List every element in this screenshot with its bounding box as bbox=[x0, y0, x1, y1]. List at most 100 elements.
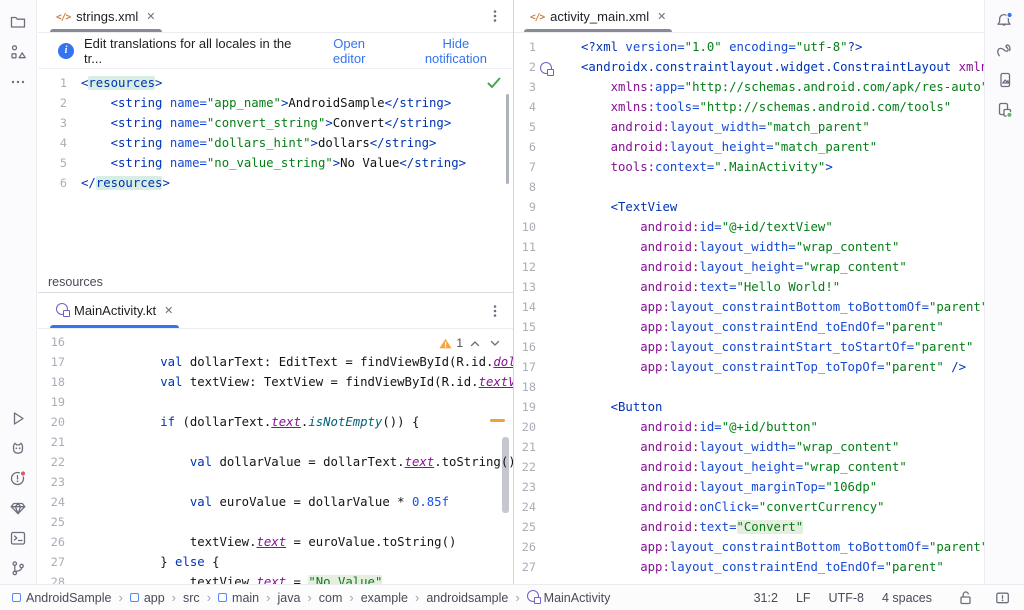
code-line[interactable]: 2<androidx.constraintlayout.widget.Const… bbox=[514, 57, 1024, 77]
code-line[interactable]: 5 android:layout_width="match_parent" bbox=[514, 117, 1024, 137]
code-line[interactable]: 5 <string name="no_value_string">No Valu… bbox=[38, 153, 513, 173]
line-number[interactable]: 10 bbox=[514, 217, 536, 237]
code-line[interactable]: 23 android:layout_marginTop="106dp" bbox=[514, 477, 1024, 497]
status-item[interactable]: LF bbox=[796, 591, 811, 605]
code-line[interactable]: 19 <Button bbox=[514, 397, 1024, 417]
code-line[interactable]: 20 if (dollarText.text.isNotEmpty()) { bbox=[38, 412, 513, 432]
status-item[interactable]: 31:2 bbox=[754, 591, 778, 605]
code-line[interactable]: 25 android:text="Convert" bbox=[514, 517, 1024, 537]
line-number[interactable]: 20 bbox=[38, 412, 65, 432]
code-line[interactable]: 7 tools:context=".MainActivity"> bbox=[514, 157, 1024, 177]
code-line[interactable]: 17 val dollarText: EditText = findViewBy… bbox=[38, 352, 513, 372]
line-number[interactable]: 19 bbox=[514, 397, 536, 417]
breadcrumb-item[interactable]: main bbox=[218, 591, 259, 605]
editor-options-button[interactable] bbox=[483, 299, 507, 323]
code-line[interactable]: 20 android:id="@+id/button" bbox=[514, 417, 1024, 437]
line-number[interactable]: 5 bbox=[514, 117, 536, 137]
tab-activity-main-xml[interactable]: </> activity_main.xml ✕ bbox=[520, 0, 676, 32]
code-line[interactable]: 10 android:id="@+id/textView" bbox=[514, 217, 1024, 237]
close-tab-button[interactable]: ✕ bbox=[655, 10, 666, 23]
line-number[interactable]: 3 bbox=[514, 77, 536, 97]
line-number[interactable]: 4 bbox=[514, 97, 536, 117]
code-line[interactable]: 22 val dollarValue = dollarText.text.toS… bbox=[38, 452, 513, 472]
breadcrumb-item[interactable]: app bbox=[130, 591, 165, 605]
problems-button[interactable] bbox=[4, 464, 32, 492]
line-number[interactable]: 28 bbox=[38, 572, 65, 584]
breadcrumb-item[interactable]: MainActivity bbox=[527, 590, 611, 605]
line-number[interactable]: 22 bbox=[38, 452, 65, 472]
code-line[interactable]: 16 bbox=[38, 332, 513, 352]
code-line[interactable]: 4 <string name="dollars_hint">dollars</s… bbox=[38, 133, 513, 153]
line-number[interactable]: 21 bbox=[38, 432, 65, 452]
notifications-button[interactable] bbox=[991, 6, 1019, 34]
logcat-button[interactable] bbox=[4, 434, 32, 462]
code-line[interactable]: 26 textView.text = euroValue.toString() bbox=[38, 532, 513, 552]
line-number[interactable]: 26 bbox=[38, 532, 65, 552]
line-number[interactable]: 23 bbox=[38, 472, 65, 492]
status-item[interactable]: 4 spaces bbox=[882, 591, 932, 605]
line-number[interactable]: 17 bbox=[514, 357, 536, 377]
line-number[interactable]: 9 bbox=[514, 197, 536, 217]
line-number[interactable]: 5 bbox=[38, 153, 67, 173]
code-line[interactable]: 18 val textView: TextView = findViewById… bbox=[38, 372, 513, 392]
code-line[interactable]: 21 android:layout_width="wrap_content" bbox=[514, 437, 1024, 457]
code-line[interactable]: 18 bbox=[514, 377, 1024, 397]
tab-mainactivity-kt[interactable]: MainActivity.kt ✕ bbox=[46, 293, 183, 328]
breadcrumb-item[interactable]: java bbox=[277, 591, 300, 605]
code-line[interactable]: 27 } else { bbox=[38, 552, 513, 572]
code-line[interactable]: 13 android:text="Hello World!" bbox=[514, 277, 1024, 297]
code-line[interactable]: 27 app:layout_constraintEnd_toEndOf="par… bbox=[514, 557, 1024, 577]
code-line[interactable]: 12 android:layout_height="wrap_content" bbox=[514, 257, 1024, 277]
code-line[interactable]: 19 bbox=[38, 392, 513, 412]
line-number[interactable]: 13 bbox=[514, 277, 536, 297]
version-control-button[interactable] bbox=[4, 554, 32, 582]
line-number[interactable]: 20 bbox=[514, 417, 536, 437]
code-line[interactable]: 6 android:layout_height="match_parent" bbox=[514, 137, 1024, 157]
line-number[interactable]: 23 bbox=[514, 477, 536, 497]
breadcrumb-item[interactable]: src bbox=[183, 591, 200, 605]
line-number[interactable]: 14 bbox=[514, 297, 536, 317]
line-number[interactable]: 17 bbox=[38, 352, 65, 372]
code-line[interactable]: 9 <TextView bbox=[514, 197, 1024, 217]
code-line[interactable]: 24 android:onClick="convertCurrency" bbox=[514, 497, 1024, 517]
gradle-button[interactable] bbox=[991, 36, 1019, 64]
code-line[interactable]: 26 app:layout_constraintBottom_toBottomO… bbox=[514, 537, 1024, 557]
line-number[interactable]: 18 bbox=[38, 372, 65, 392]
line-number[interactable]: 25 bbox=[514, 517, 536, 537]
code-line[interactable]: 28 textView.text = "No Value" bbox=[38, 572, 513, 584]
code-line[interactable]: 4 xmlns:tools="http://schemas.android.co… bbox=[514, 97, 1024, 117]
line-number[interactable]: 1 bbox=[38, 73, 67, 93]
line-number[interactable]: 12 bbox=[514, 257, 536, 277]
code-line[interactable]: 11 android:layout_width="wrap_content" bbox=[514, 237, 1024, 257]
status-item[interactable]: UTF-8 bbox=[829, 591, 864, 605]
app-quality-insights-button[interactable] bbox=[4, 494, 32, 522]
run-button[interactable] bbox=[4, 404, 32, 432]
line-number[interactable]: 19 bbox=[38, 392, 65, 412]
line-number[interactable]: 8 bbox=[514, 177, 536, 197]
line-number[interactable]: 24 bbox=[38, 492, 65, 512]
running-devices-button[interactable] bbox=[991, 66, 1019, 94]
code-line[interactable]: 23 bbox=[38, 472, 513, 492]
line-number[interactable]: 6 bbox=[38, 173, 67, 193]
line-number[interactable]: 3 bbox=[38, 113, 67, 133]
mainactivity-kt-editor[interactable]: 1 1617 val dollarText: EditText = findVi… bbox=[38, 329, 513, 584]
close-tab-button[interactable]: ✕ bbox=[162, 304, 173, 317]
terminal-button[interactable] bbox=[4, 524, 32, 552]
line-number[interactable]: 16 bbox=[514, 337, 536, 357]
code-line[interactable]: 3 xmlns:app="http://schemas.android.com/… bbox=[514, 77, 1024, 97]
breadcrumb-item[interactable]: com bbox=[319, 591, 343, 605]
more-tools-button[interactable] bbox=[4, 68, 32, 96]
code-line[interactable]: 25 bbox=[38, 512, 513, 532]
line-number[interactable]: 16 bbox=[38, 332, 65, 352]
readonly-warning-button[interactable] bbox=[990, 586, 1014, 610]
code-line[interactable]: 6</resources> bbox=[38, 173, 513, 193]
breadcrumb-item[interactable]: example bbox=[361, 591, 408, 605]
code-line[interactable]: 16 app:layout_constraintStart_toStartOf=… bbox=[514, 337, 1024, 357]
code-line[interactable]: 17 app:layout_constraintTop_toTopOf="par… bbox=[514, 357, 1024, 377]
breadcrumb[interactable]: resources bbox=[38, 272, 513, 293]
close-tab-button[interactable]: ✕ bbox=[144, 10, 155, 23]
code-line[interactable]: 1<?xml version="1.0" encoding="utf-8"?> bbox=[514, 37, 1024, 57]
line-number[interactable]: 11 bbox=[514, 237, 536, 257]
editor-options-button[interactable] bbox=[483, 4, 507, 28]
hide-notification-link[interactable]: Hide notification bbox=[413, 36, 499, 66]
